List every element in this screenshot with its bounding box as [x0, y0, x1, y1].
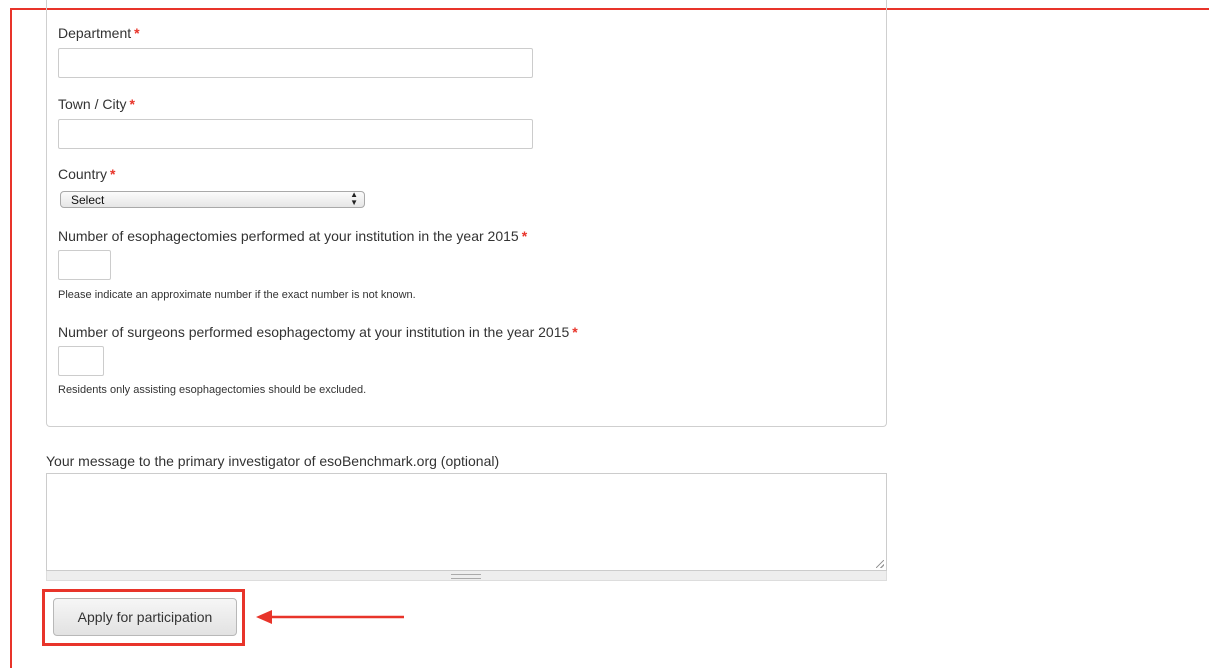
required-mark: * — [572, 324, 578, 340]
arrow-head — [256, 610, 272, 624]
department-label: Department * — [58, 25, 140, 41]
textarea-grippie[interactable] — [46, 571, 887, 581]
town-city-input[interactable] — [58, 119, 533, 149]
town-city-label-text: Town / City — [58, 96, 127, 112]
required-mark: * — [129, 96, 135, 112]
esophagectomies-label: Number of esophagectomies performed at y… — [58, 228, 527, 244]
required-mark: * — [110, 166, 116, 182]
required-mark: * — [521, 228, 528, 244]
resize-handle-icon[interactable] — [876, 560, 884, 568]
surgeons-label-text: Number of surgeons performed esophagecto… — [58, 324, 570, 340]
surgeons-help: Residents only assisting esophagectomies… — [58, 384, 367, 396]
left-arrow-icon — [256, 610, 404, 624]
apply-for-participation-button[interactable]: Apply for participation — [53, 598, 237, 636]
surgeons-label: Number of surgeons performed esophagecto… — [58, 324, 578, 340]
department-label-text: Department — [58, 25, 132, 41]
esophagectomies-label-text: Number of esophagectomies performed at y… — [58, 228, 519, 244]
message-label: Your message to the primary investigator… — [46, 453, 500, 469]
country-select[interactable]: Select ▲ ▼ — [60, 191, 365, 208]
esophagectomies-help: Please indicate an approximate number if… — [58, 289, 416, 301]
country-label: Country * — [58, 166, 115, 182]
required-mark: * — [134, 25, 140, 41]
grip-lines-icon — [451, 574, 481, 579]
up-down-chevron-icon: ▲ ▼ — [350, 190, 358, 207]
town-city-label: Town / City * — [58, 96, 135, 112]
esophagectomies-input[interactable] — [58, 250, 111, 280]
message-textarea[interactable] — [46, 473, 887, 571]
country-select-value: Select — [71, 193, 105, 207]
country-label-text: Country — [58, 166, 108, 182]
surgeons-input[interactable] — [58, 346, 104, 376]
department-input[interactable] — [58, 48, 533, 78]
